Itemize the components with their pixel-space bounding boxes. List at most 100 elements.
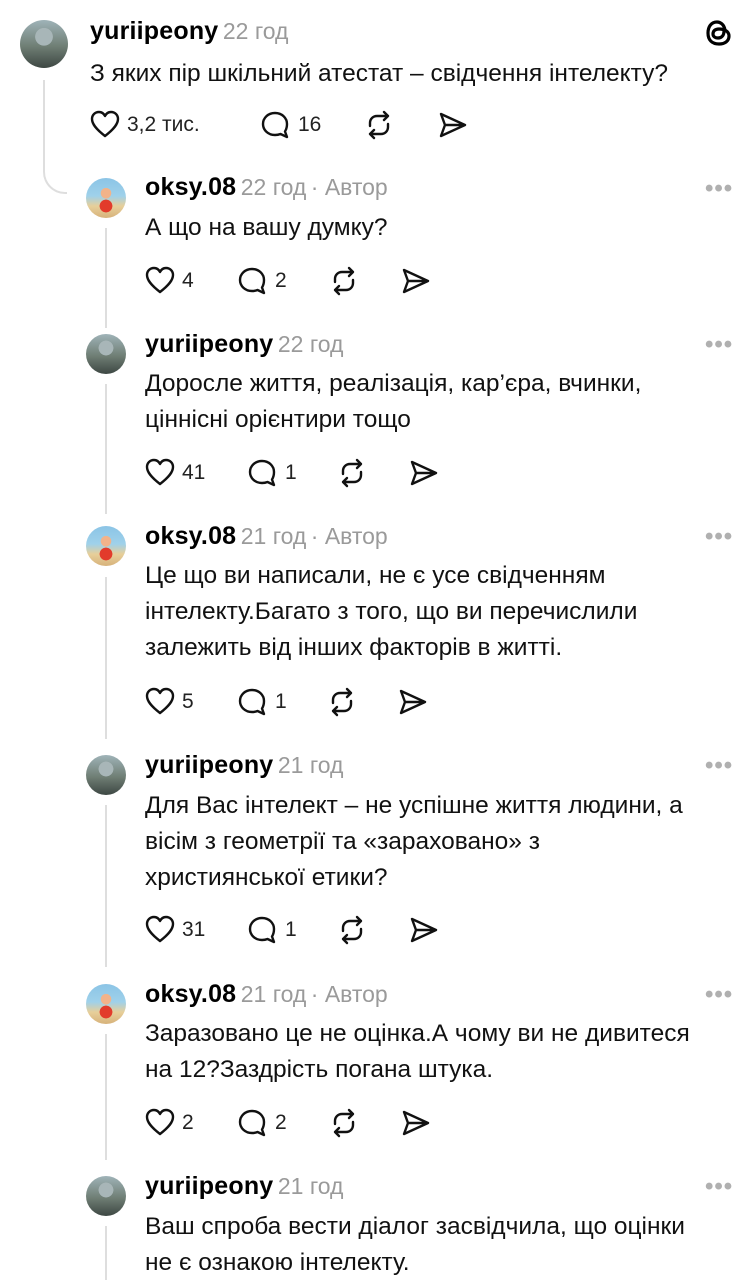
share-button[interactable]: [409, 913, 443, 947]
repost-button[interactable]: [329, 1106, 363, 1140]
reply-count: 2: [275, 269, 287, 292]
like-button[interactable]: 4: [145, 264, 215, 298]
like-count: 5: [182, 690, 194, 713]
timestamp: 21 год: [277, 752, 344, 778]
send-icon: [439, 112, 467, 138]
username[interactable]: oksy.08: [145, 522, 236, 550]
reply-button[interactable]: 2: [237, 1106, 297, 1140]
heart-icon: [145, 915, 175, 943]
reply-count: 1: [285, 918, 297, 941]
like-count: 31: [182, 918, 206, 941]
post-header: yuriipeony 21 год: [145, 1172, 343, 1201]
timestamp: 22 год: [240, 174, 307, 200]
post-text: Заразовано це не оцінка.А чому ви не див…: [145, 1020, 690, 1083]
avatar[interactable]: [86, 1176, 126, 1216]
repost-icon: [341, 458, 363, 488]
post-header: yuriipeony 22 год: [145, 330, 343, 359]
repost-icon: [331, 687, 353, 717]
repost-button[interactable]: [337, 456, 371, 490]
repost-button[interactable]: [327, 685, 361, 719]
comment-icon: [248, 916, 276, 944]
like-button[interactable]: 2: [145, 1106, 215, 1140]
avatar[interactable]: [86, 755, 126, 795]
post-header: oksy.08 21 год · Автор: [145, 522, 388, 551]
comment-icon: [238, 267, 266, 295]
more-options-icon[interactable]: •••: [705, 331, 733, 359]
repost-button[interactable]: [364, 108, 398, 142]
repost-button[interactable]: [329, 264, 363, 298]
share-button[interactable]: [409, 456, 443, 490]
comment-icon: [238, 1109, 266, 1137]
timestamp: 21 год: [240, 523, 307, 549]
timestamp: 21 год: [277, 1173, 344, 1199]
reply-count: 16: [298, 113, 322, 136]
repost-button[interactable]: [337, 913, 371, 947]
timestamp: 22 год: [277, 331, 344, 357]
username[interactable]: yuriipeony: [145, 330, 273, 358]
reply-count: 2: [275, 1111, 287, 1134]
share-button[interactable]: [398, 685, 432, 719]
post-text: Ваш спроба вести діалог засвідчила, що о…: [145, 1213, 685, 1276]
send-icon: [402, 268, 430, 294]
reply-button[interactable]: 2: [237, 264, 307, 298]
more-options-icon[interactable]: •••: [705, 523, 733, 551]
author-badge: · Автор: [310, 981, 388, 1007]
username[interactable]: yuriipeony: [145, 1172, 273, 1200]
post-text: А що на вашу думку?: [145, 214, 388, 241]
reply-count: 1: [275, 690, 287, 713]
share-button[interactable]: [401, 1106, 435, 1140]
post-header: yuriipeony 22 год: [90, 17, 288, 46]
more-options-icon[interactable]: •••: [705, 981, 733, 1009]
post-header: yuriipeony 21 год: [145, 751, 343, 780]
avatar[interactable]: [86, 334, 126, 374]
like-button[interactable]: 5: [145, 685, 215, 719]
post-header: oksy.08 22 год · Автор: [145, 173, 388, 202]
thread-line: [105, 577, 107, 739]
username[interactable]: oksy.08: [145, 980, 236, 1008]
username[interactable]: yuriipeony: [145, 751, 273, 779]
avatar[interactable]: [86, 178, 126, 218]
repost-icon: [333, 1108, 355, 1138]
author-badge: · Автор: [310, 174, 388, 200]
reply-button[interactable]: 1: [247, 456, 307, 490]
timestamp: 21 год: [240, 981, 307, 1007]
share-button[interactable]: [438, 108, 472, 142]
heart-icon: [90, 110, 120, 138]
send-icon: [410, 460, 438, 486]
repost-icon: [341, 915, 363, 945]
like-button[interactable]: 41: [145, 456, 225, 490]
avatar[interactable]: [86, 526, 126, 566]
reply-button[interactable]: 16: [260, 108, 330, 142]
comment-icon: [238, 688, 266, 716]
thread-connector-main: [43, 80, 67, 194]
reply-button[interactable]: 1: [247, 913, 307, 947]
send-icon: [399, 689, 427, 715]
thread-line: [105, 228, 107, 328]
avatar[interactable]: [86, 984, 126, 1024]
heart-icon: [145, 458, 175, 486]
avatar[interactable]: [20, 20, 68, 68]
post-text: Доросле життя, реалізація, кар’єра, вчин…: [145, 370, 642, 433]
share-button[interactable]: [401, 264, 435, 298]
like-count: 2: [182, 1111, 194, 1134]
like-count: 41: [182, 461, 206, 484]
timestamp: 22 год: [222, 18, 289, 44]
thread-line: [105, 384, 107, 514]
send-icon: [410, 917, 438, 943]
more-options-icon[interactable]: •••: [705, 175, 733, 203]
like-button[interactable]: 3,2 тис.: [90, 108, 230, 142]
post-text: Для Вас інтелект – не успішне життя люди…: [145, 792, 683, 891]
more-options-icon[interactable]: •••: [705, 1173, 733, 1201]
username[interactable]: yuriipeony: [90, 17, 218, 45]
post-header: oksy.08 21 год · Автор: [145, 980, 388, 1009]
repost-icon: [368, 110, 390, 140]
threads-icon[interactable]: [703, 16, 735, 50]
like-button[interactable]: 31: [145, 913, 225, 947]
reply-button[interactable]: 1: [237, 685, 297, 719]
heart-icon: [145, 1108, 175, 1136]
send-icon: [402, 1110, 430, 1136]
username[interactable]: oksy.08: [145, 173, 236, 201]
like-count: 3,2 тис.: [127, 113, 200, 136]
more-options-icon[interactable]: •••: [705, 752, 733, 780]
thread-line: [105, 1226, 107, 1280]
